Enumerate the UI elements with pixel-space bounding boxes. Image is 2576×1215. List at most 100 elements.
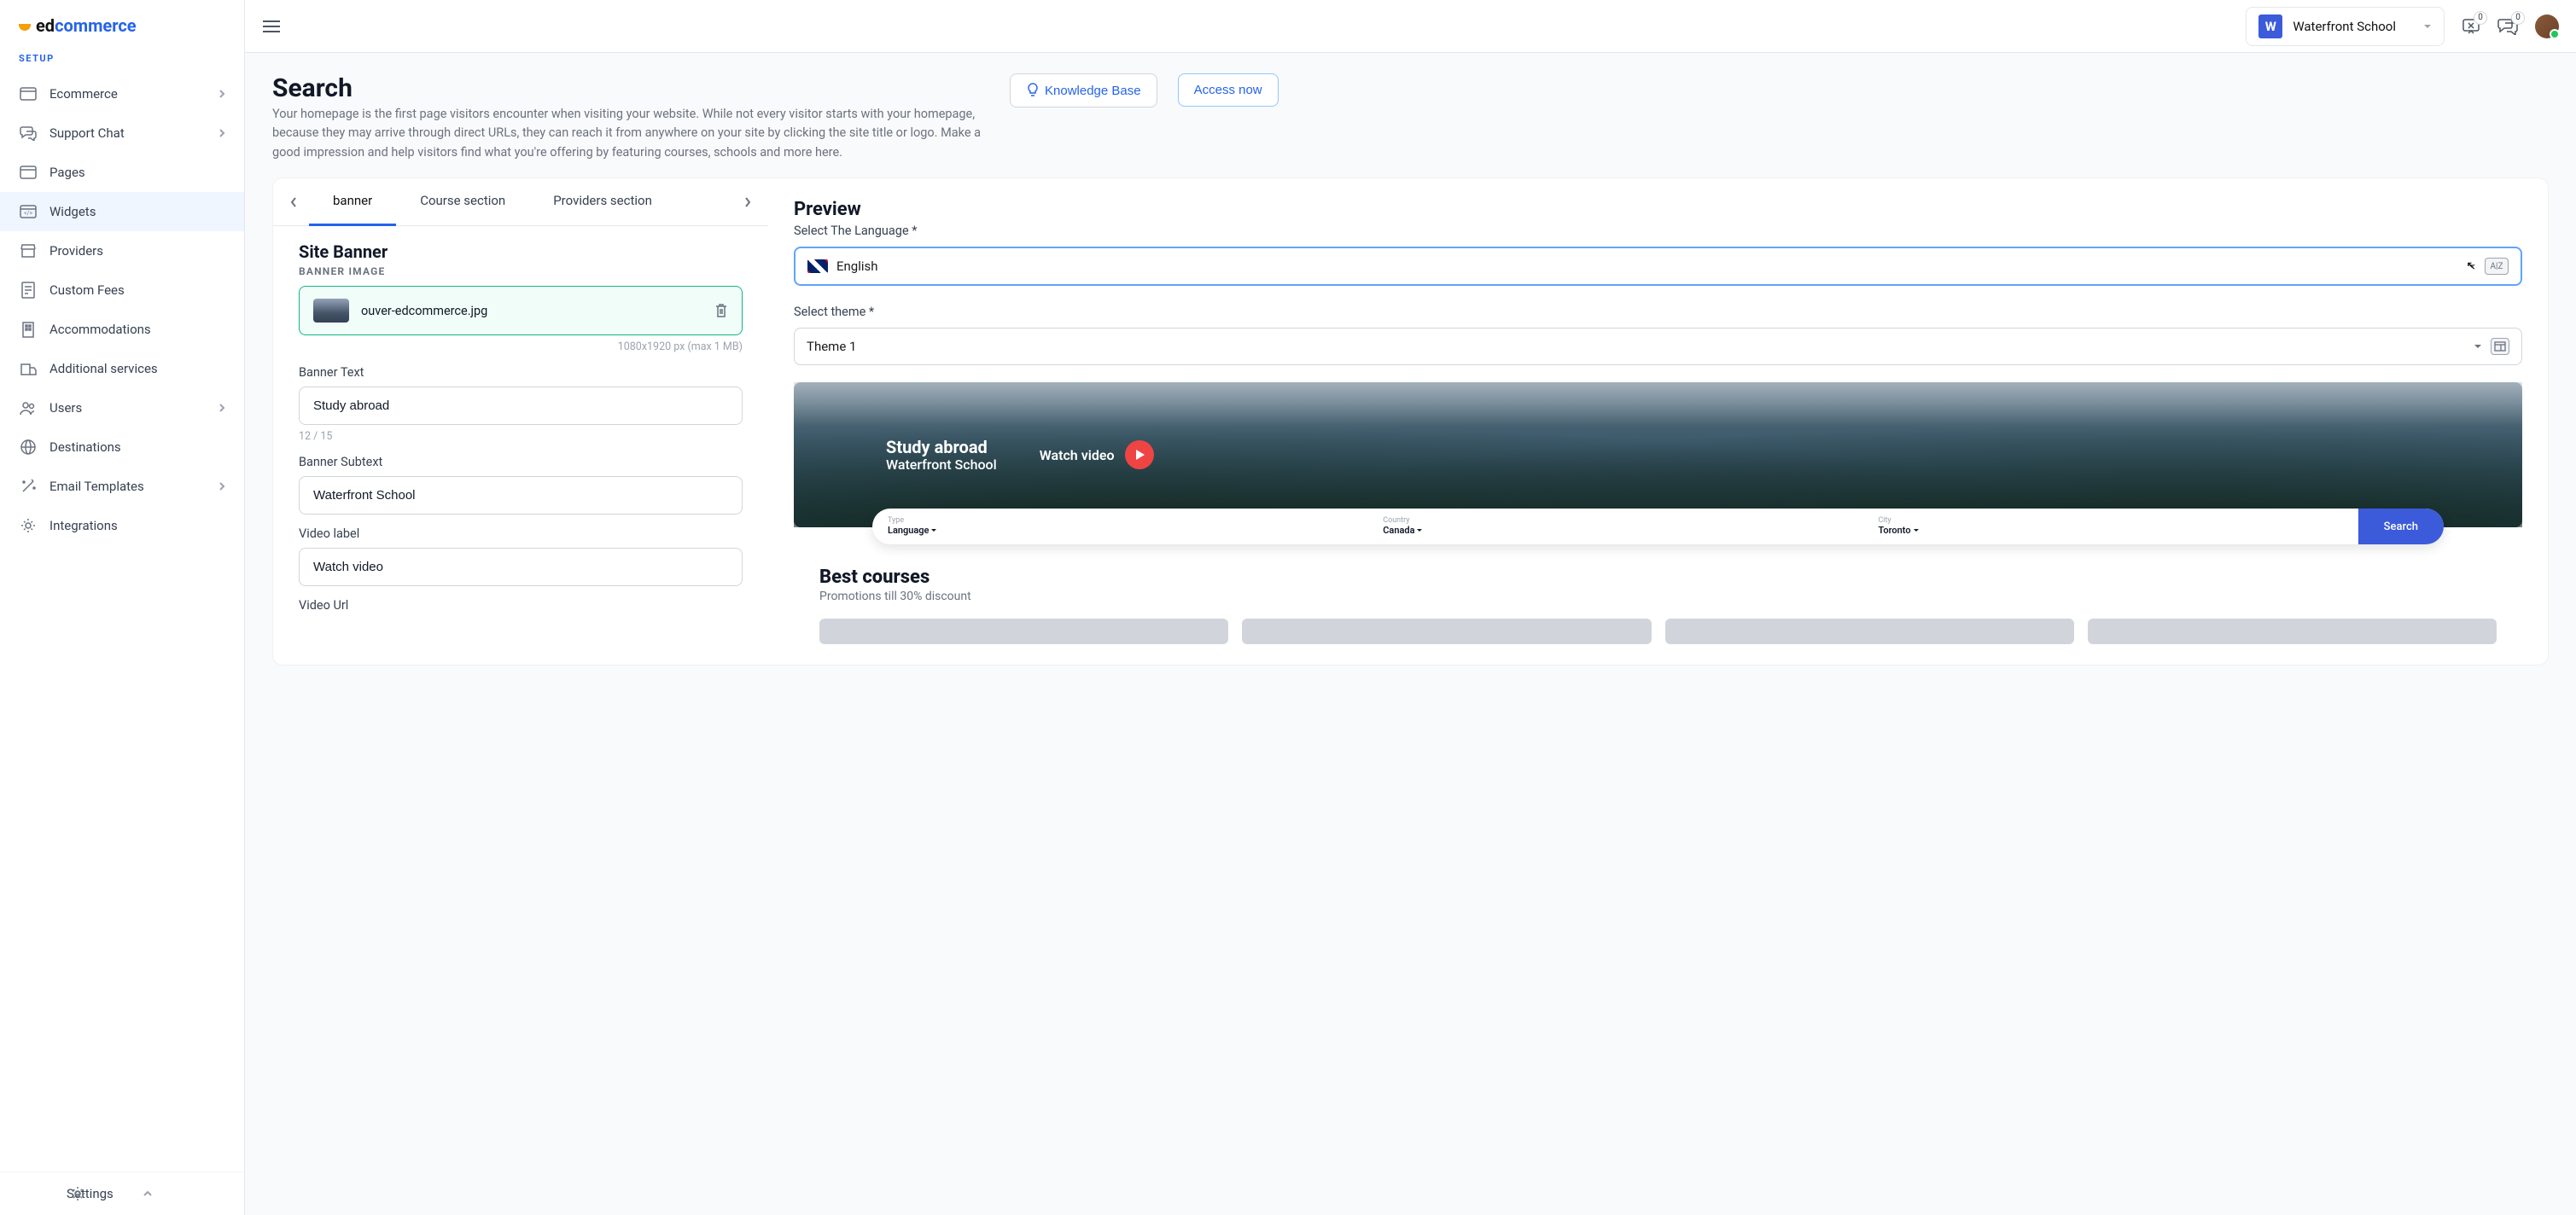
- banner-image-file[interactable]: ouver-edcommerce.jpg: [299, 286, 743, 335]
- tab-providers-section[interactable]: Providers section: [529, 178, 676, 226]
- button-label: Knowledge Base: [1045, 84, 1141, 98]
- chevron-right-icon: [219, 403, 225, 413]
- button-label: Access now: [1194, 83, 1262, 97]
- content-card: banner Course section Providers section …: [272, 177, 2549, 666]
- best-courses-block: Best courses Promotions till 30% discoun…: [794, 567, 2522, 644]
- pill-label: Country: [1383, 517, 1847, 525]
- sidebar-item-label: Providers: [50, 243, 225, 259]
- best-courses-sub: Promotions till 30% discount: [819, 590, 2497, 603]
- tab-scroll-left[interactable]: [278, 196, 309, 208]
- theme-select[interactable]: Theme 1: [794, 328, 2522, 365]
- preview-watch-label: Watch video: [1040, 447, 1115, 463]
- school-badge: W: [2258, 15, 2282, 38]
- sidebar: edcommerce SETUP Ecommerce Support Chat …: [0, 0, 245, 1215]
- banner-text-label: Banner Text: [299, 365, 743, 380]
- school-selector[interactable]: W Waterfront School: [2246, 7, 2445, 46]
- sidebar-item-accommodations[interactable]: Accommodations: [0, 310, 244, 349]
- banner-image-label: BANNER IMAGE: [299, 265, 743, 277]
- logo-text-suffix: commerce: [55, 15, 137, 36]
- logo[interactable]: edcommerce: [0, 0, 244, 53]
- building-icon: [19, 320, 38, 339]
- preview-banner-heading: Study abroad: [886, 438, 997, 456]
- sidebar-item-label: Widgets: [50, 204, 225, 219]
- close-chat-icon[interactable]: 0: [2462, 18, 2480, 35]
- sidebar-item-support-chat[interactable]: Support Chat: [0, 113, 244, 153]
- chevron-right-icon: [219, 481, 225, 491]
- globe-icon: [19, 438, 38, 456]
- play-button[interactable]: [1125, 440, 1154, 469]
- sidebar-item-providers[interactable]: Providers: [0, 231, 244, 270]
- sidebar-item-additional-services[interactable]: Additional services: [0, 349, 244, 388]
- tab-label: Course section: [420, 193, 505, 208]
- banner-text-counter: 12 / 15: [299, 430, 743, 443]
- theme-label: Select theme *: [794, 305, 2522, 319]
- sidebar-nav: Ecommerce Support Chat Pages </> Widgets…: [0, 74, 244, 1171]
- pill-city[interactable]: City Toronto: [1862, 509, 2357, 544]
- sidebar-item-pages[interactable]: Pages: [0, 153, 244, 192]
- school-name: Waterfront School: [2293, 19, 2396, 34]
- knowledge-base-button[interactable]: Knowledge Base: [1010, 73, 1157, 108]
- messages-icon[interactable]: 0: [2497, 18, 2518, 35]
- preview-banner-subtext: Waterfront School: [886, 456, 997, 473]
- translate-tool-button[interactable]: A|Z: [2485, 258, 2509, 275]
- preview-search-bar: Type Language Country Canada City Toront…: [872, 509, 2444, 544]
- banner-subtext-input[interactable]: [299, 476, 743, 514]
- sidebar-settings[interactable]: Settings: [0, 1172, 244, 1215]
- pill-country[interactable]: Country Canada: [1367, 509, 1862, 544]
- course-card-placeholder[interactable]: [1242, 619, 1651, 644]
- sidebar-item-email-templates[interactable]: Email Templates: [0, 467, 244, 506]
- pill-type[interactable]: Type Language: [872, 509, 1367, 544]
- select-value: Theme 1: [807, 339, 2465, 354]
- hamburger-icon[interactable]: [262, 20, 281, 33]
- video-label-input[interactable]: [299, 548, 743, 586]
- tabs-row: banner Course section Providers section: [273, 178, 768, 226]
- preview-banner: Study abroad Waterfront School Watch vid…: [794, 382, 2522, 527]
- avatar[interactable]: [2535, 15, 2559, 38]
- sidebar-item-integrations[interactable]: Integrations: [0, 506, 244, 545]
- banner-text-input[interactable]: [299, 387, 743, 425]
- form-panel: banner Course section Providers section …: [273, 178, 768, 665]
- page-title: Search: [272, 73, 989, 103]
- layout-tool-button[interactable]: [2491, 338, 2509, 355]
- page-icon: [19, 163, 38, 182]
- tab-course-section[interactable]: Course section: [396, 178, 529, 226]
- chevron-down-icon: [2423, 24, 2432, 29]
- pill-value: Toronto: [1878, 525, 1910, 536]
- tab-banner[interactable]: banner: [309, 178, 396, 226]
- receipt-icon: [19, 281, 38, 299]
- chevron-right-icon: [219, 128, 225, 138]
- pill-label: Type: [888, 517, 1352, 525]
- language-label: Select The Language *: [794, 224, 2522, 238]
- access-now-button[interactable]: Access now: [1178, 73, 1279, 107]
- sidebar-item-widgets[interactable]: </> Widgets: [0, 192, 244, 231]
- button-label: Search: [2384, 520, 2418, 533]
- tab-scroll-right[interactable]: [732, 196, 763, 208]
- chat-icon: [19, 124, 38, 142]
- language-select[interactable]: English A|Z: [794, 247, 2522, 286]
- flag-uk-icon: [807, 259, 828, 273]
- sidebar-item-ecommerce[interactable]: Ecommerce: [0, 74, 244, 113]
- course-card-placeholder[interactable]: [819, 619, 1228, 644]
- topbar: W Waterfront School 0 0: [245, 0, 2576, 53]
- tab-label: Providers section: [553, 193, 652, 208]
- course-card-placeholder[interactable]: [1665, 619, 2074, 644]
- sidebar-item-users[interactable]: Users: [0, 388, 244, 427]
- file-name: ouver-edcommerce.jpg: [361, 304, 702, 318]
- sidebar-item-label: Additional services: [50, 361, 225, 376]
- pill-search-button[interactable]: Search: [2358, 509, 2444, 544]
- pill-value: Canada: [1383, 525, 1414, 536]
- delete-file-button[interactable]: [714, 303, 728, 318]
- badge-count: 0: [2511, 11, 2525, 25]
- logo-text-prefix: ed: [36, 15, 55, 36]
- page-header: Search Your homepage is the first page v…: [245, 53, 2576, 177]
- wand-icon: [19, 477, 38, 496]
- sidebar-section-label: SETUP: [0, 53, 244, 74]
- sidebar-item-custom-fees[interactable]: Custom Fees: [0, 270, 244, 310]
- video-label-label: Video label: [299, 526, 743, 541]
- select-value: English: [836, 259, 2459, 274]
- sidebar-item-label: Email Templates: [50, 479, 207, 494]
- sidebar-item-destinations[interactable]: Destinations: [0, 427, 244, 467]
- sidebar-item-label: Custom Fees: [50, 282, 225, 298]
- course-card-placeholder[interactable]: [2088, 619, 2497, 644]
- pill-label: City: [1878, 517, 2342, 525]
